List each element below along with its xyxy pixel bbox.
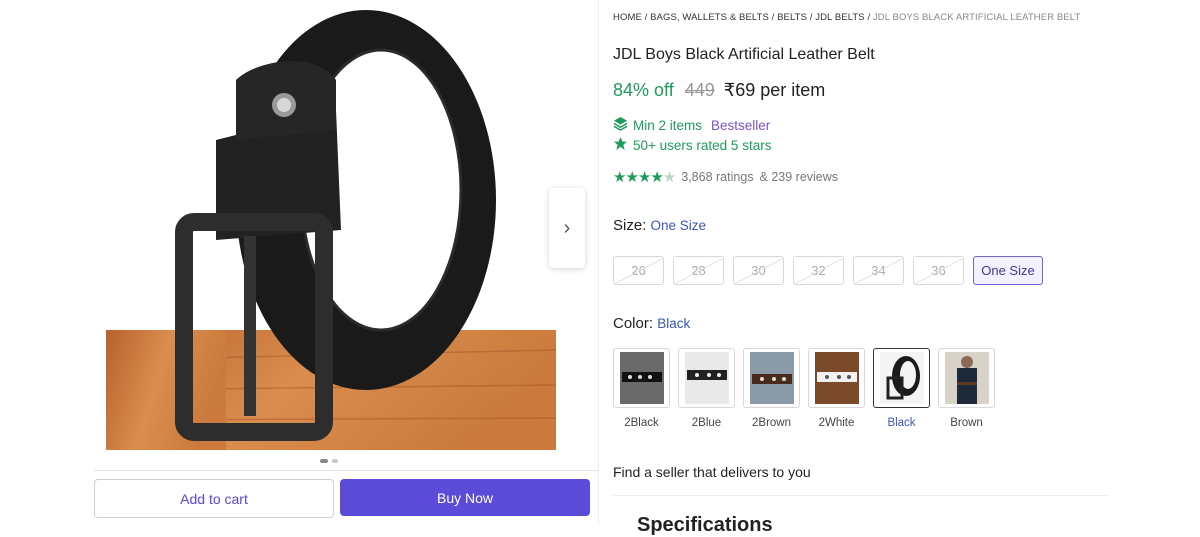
size-option-34[interactable]: 34 (853, 256, 904, 285)
swatch-thumbnail (678, 348, 735, 408)
breadcrumb-jdl-belts[interactable]: JDL BELTS (815, 12, 864, 23)
next-image-button[interactable]: › (549, 188, 585, 268)
swatch-label: 2Black (624, 417, 659, 429)
swatch-label: 2Blue (691, 417, 722, 429)
rated-text: 50+ users rated 5 stars (633, 137, 772, 153)
gallery-dot[interactable] (332, 459, 338, 463)
swatch-label: Brown (950, 417, 983, 429)
breadcrumb-belts[interactable]: BELTS (777, 12, 807, 23)
size-option-32[interactable]: 32 (793, 256, 844, 285)
color-option-2white[interactable]: 2White (808, 348, 865, 429)
color-selected-value: Black (657, 316, 691, 331)
swatch-thumbnail (808, 348, 865, 408)
size-label: Size: One Size (613, 217, 706, 234)
product-image[interactable] (106, 0, 556, 450)
seller-prompt[interactable]: Find a seller that delivers to you (613, 464, 811, 480)
mrp-price: 449 (684, 80, 715, 100)
color-option-2black[interactable]: 2Black (613, 348, 670, 429)
swatch-label: 2Brown (752, 417, 791, 429)
color-option-2blue[interactable]: 2Blue (678, 348, 735, 429)
size-option-26[interactable]: 26 (613, 256, 664, 285)
gallery-dot[interactable] (320, 459, 328, 463)
color-option-black[interactable]: Black (873, 348, 930, 429)
min-items-row: Min 2 items Bestseller (613, 116, 770, 134)
specifications-title: Specifications (637, 514, 773, 536)
product-title: JDL Boys Black Artificial Leather Belt (613, 46, 875, 63)
discount-badge: 84% off (613, 80, 674, 100)
selling-price: ₹69 per item (723, 80, 826, 100)
ratings-count[interactable]: 3,868 ratings (681, 170, 753, 184)
swatch-thumbnail (938, 348, 995, 408)
color-option-2brown[interactable]: 2Brown (743, 348, 800, 429)
reviews-count[interactable]: & 239 reviews (760, 170, 839, 184)
breadcrumb: HOME / BAGS, WALLETS & BELTS / BELTS / J… (613, 12, 1081, 23)
buy-now-button[interactable]: Buy Now (340, 479, 590, 516)
swatch-label: 2White (818, 417, 855, 429)
color-label: Color: Black (613, 315, 690, 332)
product-details: HOME / BAGS, WALLETS & BELTS / BELTS / J… (613, 0, 1173, 536)
color-label-text: Color: (613, 315, 654, 332)
rating-row: ★★★★★ 3,868 ratings & 239 reviews (613, 168, 838, 186)
rated-row: 50+ users rated 5 stars (613, 136, 771, 154)
size-option-28[interactable]: 28 (673, 256, 724, 285)
color-options: 2Black 2Blue 2Brown 2White Black Brown (613, 348, 995, 429)
swatch-thumbnail (613, 348, 670, 408)
swatch-label: Black (887, 417, 916, 429)
size-selected-value: One Size (650, 218, 707, 233)
size-label-text: Size: (613, 217, 647, 234)
color-option-brown[interactable]: Brown (938, 348, 995, 429)
add-to-cart-button[interactable]: Add to cart (94, 479, 334, 518)
size-options: 26 28 30 32 34 36 One Size (613, 256, 1043, 285)
price-row: 84% off 449 ₹69 per item (613, 80, 825, 101)
swatch-thumbnail (873, 348, 930, 408)
swatch-thumbnail (743, 348, 800, 408)
size-option-30[interactable]: 30 (733, 256, 784, 285)
size-option-one-size[interactable]: One Size (973, 256, 1043, 285)
size-option-36[interactable]: 36 (913, 256, 964, 285)
star-rating-icon: ★★★★★ (613, 169, 676, 186)
min-items-text: Min 2 items (633, 117, 703, 133)
gallery-dots (320, 459, 338, 463)
divider (94, 470, 598, 471)
breadcrumb-home[interactable]: HOME (613, 12, 642, 23)
breadcrumb-bags[interactable]: BAGS, WALLETS & BELTS (650, 12, 769, 23)
chevron-right-icon: › (563, 216, 571, 239)
breadcrumb-current: JDL BOYS BLACK ARTIFICIAL LEATHER BELT (872, 12, 1081, 23)
column-divider (598, 0, 599, 525)
stack-icon (613, 116, 628, 134)
star-burst-icon (613, 136, 628, 154)
product-gallery: › Add to cart Buy Now (94, 0, 598, 525)
bestseller-badge: Bestseller (711, 117, 771, 133)
